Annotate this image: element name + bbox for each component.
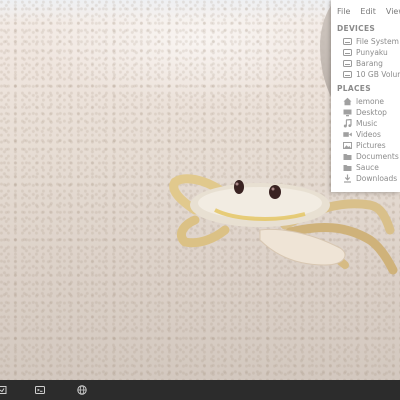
sidebar-item-downloads[interactable]: Downloads [331,173,400,184]
folder-icon [343,163,352,172]
menu-edit[interactable]: Edit [360,7,376,16]
sidebar-item-label: Desktop [356,108,387,117]
sidebar-item-file-system[interactable]: File System [331,36,400,47]
home-icon [343,97,352,106]
sidebar-item-label: Barang [356,59,383,68]
file-manager-window: File Edit View DEVICES File System Punya… [331,0,400,192]
menu-view[interactable]: View [386,7,400,16]
download-icon [343,174,352,183]
sidebar-item-label: File System [356,37,399,46]
sidebar-item-label: Documents [356,152,399,161]
drive-icon [343,59,352,68]
picture-icon [343,141,352,150]
desktop-icon [343,108,352,117]
menu-bar: File Edit View [331,0,400,22]
music-icon [343,119,352,128]
sidebar-item-desktop[interactable]: Desktop [331,107,400,118]
sidebar-item-label: Music [356,119,378,128]
sidebar-item-barang[interactable]: Barang [331,58,400,69]
browser-icon[interactable] [77,385,87,395]
video-icon [343,130,352,139]
sidebar-item-sauce[interactable]: Sauce [331,162,400,173]
folder-icon [343,152,352,161]
sidebar-item-label: Sauce [356,163,379,172]
sidebar-item-music[interactable]: Music [331,118,400,129]
places-section-title: PLACES [337,84,371,93]
sidebar-item-home[interactable]: lemone [331,96,400,107]
sidebar-item-punyaku[interactable]: Punyaku [331,47,400,58]
sidebar-item-videos[interactable]: Videos [331,129,400,140]
drive-icon [343,37,352,46]
drive-icon [343,48,352,57]
sidebar-item-documents[interactable]: Documents [331,151,400,162]
sidebar-item-label: Pictures [356,141,386,150]
sidebar-item-label: 10 GB Volume [356,70,400,79]
menu-file[interactable]: File [337,7,350,16]
drive-icon [343,70,352,79]
files-icon[interactable] [0,385,7,395]
terminal-icon[interactable] [35,385,45,395]
sidebar-item-pictures[interactable]: Pictures [331,140,400,151]
sidebar-item-label: Videos [356,130,381,139]
devices-section-title: DEVICES [337,24,376,33]
sidebar-item-label: Downloads [356,174,398,183]
sidebar-item-10gb-volume[interactable]: 10 GB Volume [331,69,400,80]
sidebar-item-label: Punyaku [356,48,388,57]
taskbar [0,380,400,400]
sidebar-item-label: lemone [356,97,384,106]
